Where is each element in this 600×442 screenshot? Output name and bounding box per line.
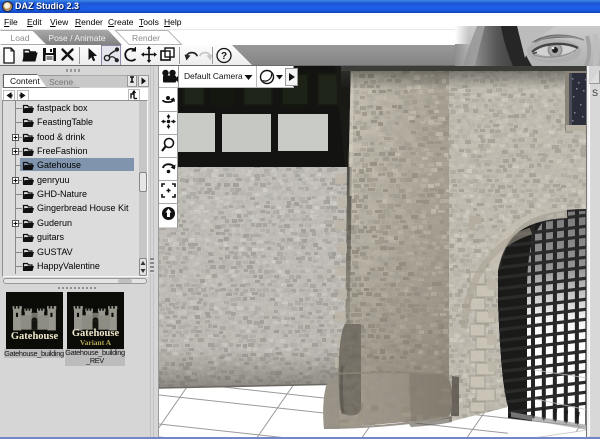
svg-text:Gatehouse: Gatehouse — [11, 331, 59, 342]
svg-text:Pose / Animate: Pose / Animate — [48, 33, 105, 43]
svg-text:Render: Render — [132, 33, 160, 43]
svg-text:?: ? — [221, 51, 227, 62]
svg-text:Load: Load — [11, 33, 30, 43]
svg-text:Variant A: Variant A — [80, 338, 112, 347]
